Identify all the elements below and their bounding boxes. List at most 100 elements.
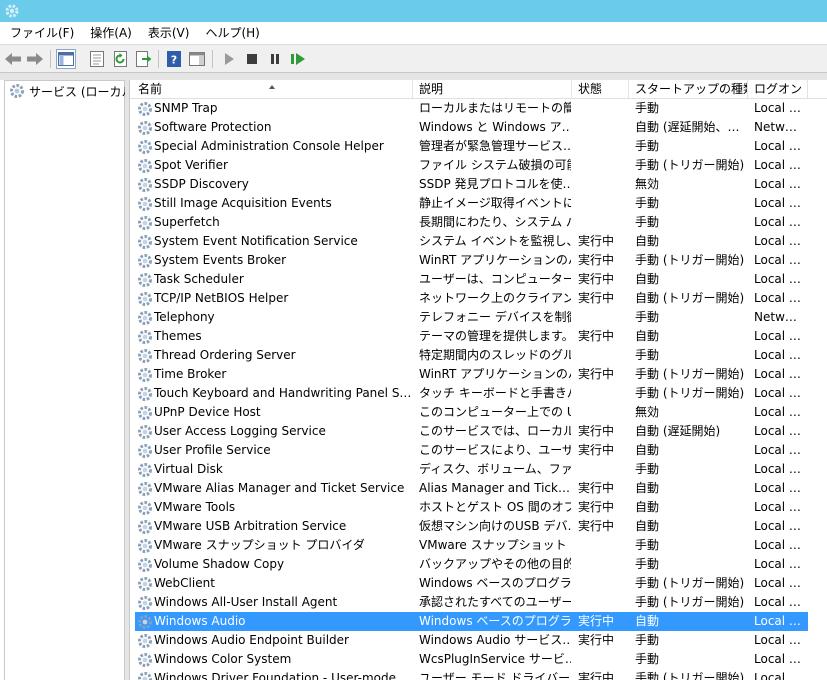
- menu-view[interactable]: 表示(V): [140, 22, 198, 44]
- service-status: 実行中: [578, 424, 615, 438]
- service-startup-type: 手動: [635, 139, 660, 153]
- service-row[interactable]: Special Administration Console Helper 管理者…: [130, 137, 827, 156]
- service-row[interactable]: WebClient Windows ベースのプログラ… 手動 (トリガー開始) Loc…: [130, 574, 827, 593]
- service-logon-as: Local …: [754, 557, 801, 571]
- service-logon-as: Local …: [754, 196, 801, 210]
- gear-icon: [137, 424, 153, 440]
- service-startup-type: 無効: [635, 177, 660, 191]
- service-row[interactable]: Task Scheduler ユーザーは、コンピューターの… 実行中 自動 Local …: [130, 270, 827, 289]
- service-name: Themes: [154, 329, 202, 343]
- gear-icon: [137, 462, 153, 478]
- pause-service-icon[interactable]: [265, 49, 285, 69]
- service-row[interactable]: Spot Verifier ファイル システム破損の可能… 手動 (トリガー開始) L…: [130, 156, 827, 175]
- menu-file[interactable]: ファイル(F): [0, 22, 82, 44]
- service-row[interactable]: Windows Audio Endpoint Builder Windows Au…: [130, 631, 827, 650]
- toolbar-separator: [158, 50, 159, 68]
- back-icon[interactable]: [3, 49, 23, 69]
- service-logon-as: Local …: [754, 614, 801, 628]
- stop-service-icon[interactable]: [242, 49, 262, 69]
- service-row[interactable]: User Profile Service このサービスにより、ユーザー … 実行中 自…: [130, 441, 827, 460]
- service-description: テレフォニー デバイスを制御…: [419, 310, 571, 324]
- service-logon-as: Local …: [754, 481, 801, 495]
- service-startup-type: 手動 (トリガー開始): [635, 158, 745, 172]
- service-row[interactable]: System Event Notification Service システム イベ…: [130, 232, 827, 251]
- service-row[interactable]: Windows Audio Windows ベースのプログラ… 実行中 自動 Local…: [130, 612, 827, 631]
- column-header-row: 名前 説明 状態 スタートアップの種類 ログオン: [130, 80, 827, 99]
- service-row[interactable]: UPnP Device Host このコンピューター上での UP… 無効 Local …: [130, 403, 827, 422]
- console-tree-pane: サービス (ローカル): [4, 80, 138, 680]
- service-startup-type: 手動: [635, 462, 660, 476]
- start-service-icon[interactable]: [219, 49, 239, 69]
- service-row[interactable]: Themes テーマの管理を提供します。 実行中 自動 Local …: [130, 327, 827, 346]
- service-startup-type: 手動: [635, 215, 660, 229]
- column-header-name[interactable]: 名前: [130, 80, 413, 99]
- service-description: Windows ベースのプログラ…: [419, 614, 571, 628]
- service-logon-as: Local …: [754, 367, 801, 381]
- service-row[interactable]: TCP/IP NetBIOS Helper ネットワーク上のクライアントに… 実行中…: [130, 289, 827, 308]
- restart-service-icon[interactable]: [288, 49, 308, 69]
- show-hide-console-tree-icon[interactable]: [56, 49, 76, 69]
- column-header-logon[interactable]: ログオン: [748, 80, 808, 99]
- service-description: ローカルまたはリモートの簡易…: [419, 101, 571, 115]
- service-description: 管理者が緊急管理サービス…: [419, 139, 571, 153]
- service-name: User Profile Service: [154, 443, 271, 457]
- properties-icon[interactable]: [87, 49, 107, 69]
- service-row[interactable]: VMware USB Arbitration Service 仮想マシン向けのUS…: [130, 517, 827, 536]
- service-row[interactable]: Time Broker WinRT アプリケーションのバ… 実行中 手動 (トリガー開…: [130, 365, 827, 384]
- tree-node-services-local[interactable]: サービス (ローカル): [9, 82, 138, 100]
- service-startup-type: 自動: [635, 329, 660, 343]
- service-row[interactable]: Touch Keyboard and Handwriting Panel S… タ…: [130, 384, 827, 403]
- service-logon-as: Local …: [754, 633, 801, 647]
- service-row[interactable]: Software Protection Windows と Windows ア… 自…: [130, 118, 827, 137]
- service-description: 長期間にわたり、システム パ…: [419, 215, 571, 229]
- service-description: このサービスでは、ローカル サ…: [419, 424, 571, 438]
- service-description: ネットワーク上のクライアントに…: [419, 291, 571, 305]
- export-list-icon[interactable]: [134, 49, 154, 69]
- column-header-status[interactable]: 状態: [572, 80, 629, 99]
- service-row[interactable]: Superfetch 長期間にわたり、システム パ… 手動 Local …: [130, 213, 827, 232]
- gear-icon: [137, 671, 153, 680]
- service-row[interactable]: Windows All-User Install Agent 承認されたすべてのユ…: [130, 593, 827, 612]
- service-row[interactable]: Still Image Acquisition Events 静止イメージ取得イベ…: [130, 194, 827, 213]
- service-status: [578, 99, 630, 118]
- column-header-startup-type[interactable]: スタートアップの種類: [629, 80, 748, 99]
- help-icon[interactable]: ?: [164, 49, 184, 69]
- service-startup-type: 自動: [635, 481, 660, 495]
- service-logon-as: Local …: [754, 215, 801, 229]
- service-row[interactable]: SNMP Trap ローカルまたはリモートの簡易… 手動 Local …: [130, 99, 827, 118]
- service-status: 実行中: [578, 291, 615, 305]
- service-startup-type: 手動 (トリガー開始): [635, 576, 745, 590]
- service-row[interactable]: Virtual Disk ディスク、ボリューム、ファイル … 手動 Local …: [130, 460, 827, 479]
- service-status: 実行中: [578, 614, 615, 628]
- service-status: 実行中: [578, 633, 615, 647]
- service-status: [578, 536, 630, 555]
- services-app-icon[interactable]: [4, 3, 20, 19]
- service-row[interactable]: SSDP Discovery SSDP 発見プロトコルを使… 無効 Local …: [130, 175, 827, 194]
- service-status: 実行中: [578, 481, 615, 495]
- service-row[interactable]: System Events Broker WinRT アプリケーションのバ… 実行中…: [130, 251, 827, 270]
- forward-icon[interactable]: [25, 49, 45, 69]
- service-row[interactable]: VMware スナップショット プロバイダ VMware スナップショット プ… 手…: [130, 536, 827, 555]
- service-row[interactable]: Windows Color System WcsPlugInService サービ…: [130, 650, 827, 669]
- menu-help[interactable]: ヘルプ(H): [197, 22, 267, 44]
- service-row[interactable]: Volume Shadow Copy バックアップやその他の目的で… 手動 Local…: [130, 555, 827, 574]
- service-status: [578, 574, 630, 593]
- service-name: WebClient: [154, 576, 215, 590]
- show-action-pane-icon[interactable]: [187, 49, 207, 69]
- service-logon-as: Local …: [754, 158, 801, 172]
- menu-action[interactable]: 操作(A): [82, 22, 140, 44]
- column-header-description[interactable]: 説明: [413, 80, 572, 99]
- service-row[interactable]: Thread Ordering Server 特定期間内のスレッドのグル… 手動 Lo…: [130, 346, 827, 365]
- service-row[interactable]: User Access Logging Service このサービスでは、ローカル…: [130, 422, 827, 441]
- service-description: このコンピューター上での UP…: [419, 405, 571, 419]
- service-row[interactable]: Windows Driver Foundation - User-mode … ユ…: [130, 669, 827, 680]
- service-description: ディスク、ボリューム、ファイル …: [419, 462, 571, 476]
- gear-icon: [137, 633, 153, 649]
- toolbar: ?: [0, 44, 827, 73]
- refresh-icon[interactable]: [111, 49, 131, 69]
- service-row[interactable]: VMware Alias Manager and Ticket Service A…: [130, 479, 827, 498]
- service-row[interactable]: Telephony テレフォニー デバイスを制御… 手動 Netw…: [130, 308, 827, 327]
- service-status: [578, 118, 630, 137]
- service-name: Windows All-User Install Agent: [154, 595, 338, 609]
- service-row[interactable]: VMware Tools ホストとゲスト OS 間のオブ… 実行中 自動 Local …: [130, 498, 827, 517]
